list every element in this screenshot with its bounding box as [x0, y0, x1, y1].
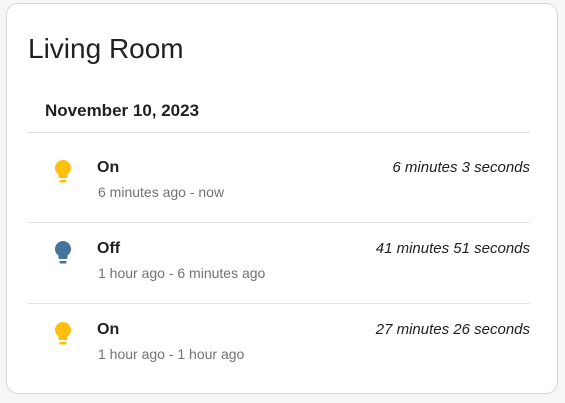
- entry-time-range: 1 hour ago - 1 hour ago: [98, 346, 245, 362]
- logbook-entry[interactable]: On 6 minutes ago - now 6 minutes 3 secon…: [28, 142, 530, 222]
- card-title: Living Room: [28, 33, 184, 64]
- entry-state: On: [97, 159, 120, 176]
- entry-time-range: 1 hour ago - 6 minutes ago: [98, 265, 266, 281]
- lightbulb-icon: [55, 322, 71, 345]
- entry-time-range: 6 minutes ago - now: [98, 184, 225, 200]
- logbook-entry[interactable]: On 1 hour ago - 1 hour ago 27 minutes 26…: [28, 304, 530, 384]
- entry-state: On: [97, 321, 120, 338]
- date-header: November 10, 2023: [45, 101, 200, 120]
- entry-duration: 41 minutes 51 seconds: [375, 240, 530, 257]
- lightbulb-icon: [55, 241, 71, 264]
- logbook-entry[interactable]: Off 1 hour ago - 6 minutes ago 41 minute…: [28, 223, 530, 303]
- lightbulb-icon: [55, 160, 71, 183]
- logbook-card: Living Room November 10, 2023 On 6 minut…: [6, 3, 558, 394]
- entry-duration: 6 minutes 3 seconds: [392, 159, 530, 176]
- entry-duration: 27 minutes 26 seconds: [375, 321, 530, 338]
- entry-state: Off: [97, 240, 121, 257]
- divider: [28, 132, 530, 133]
